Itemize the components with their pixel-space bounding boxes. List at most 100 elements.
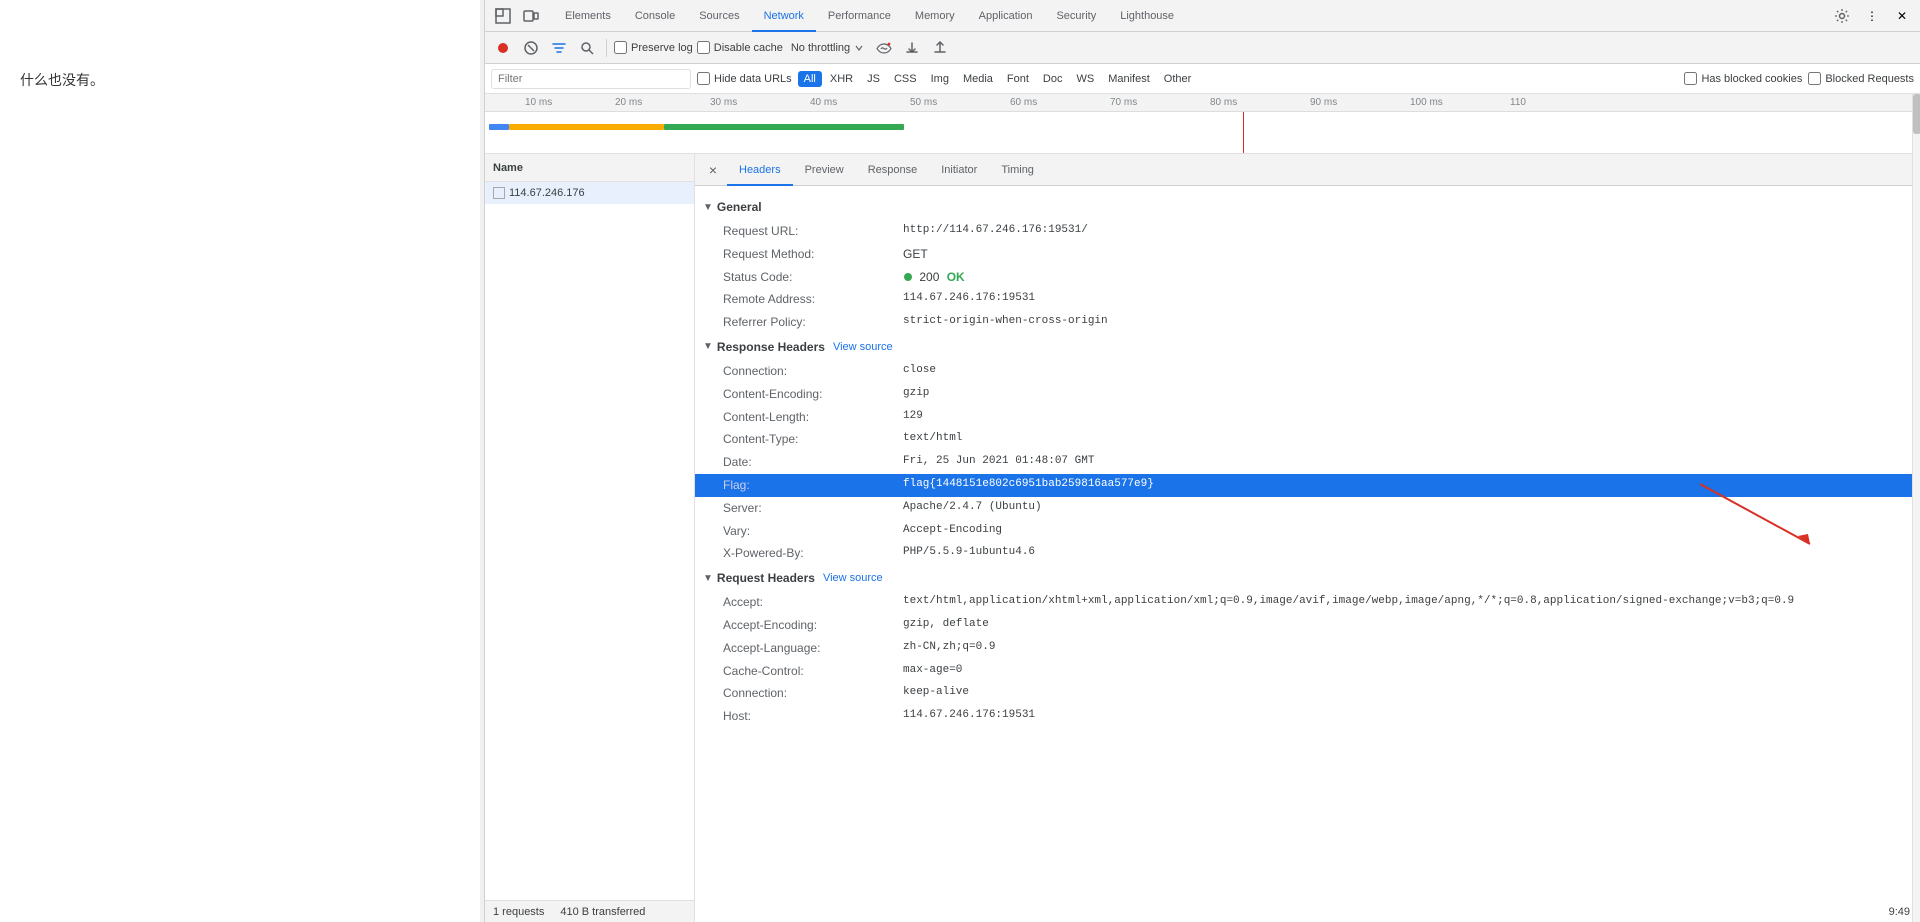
network-timeline: 10 ms 20 ms 30 ms 40 ms 50 ms 60 ms 70 m… (485, 94, 1920, 154)
system-clock: 9:49 (1889, 906, 1910, 918)
tab-memory[interactable]: Memory (903, 0, 967, 32)
general-toggle-icon: ▼ (703, 202, 713, 213)
tab-sources[interactable]: Sources (687, 0, 751, 32)
request-headers-section[interactable]: ▼ Request Headers View source (695, 565, 1920, 591)
rh-date: Date: Fri, 25 Jun 2021 01:48:07 GMT (695, 451, 1920, 474)
tick-50ms: 50 ms (910, 97, 937, 108)
details-tab-preview[interactable]: Preview (793, 154, 856, 186)
tab-console[interactable]: Console (623, 0, 687, 32)
device-toolbar-icon[interactable] (517, 2, 545, 30)
req-accept-encoding: Accept-Encoding: gzip, deflate (695, 614, 1920, 637)
import-icon[interactable] (900, 36, 924, 60)
request-url-label: Request URL: (723, 223, 903, 240)
close-devtools-icon[interactable]: ✕ (1888, 2, 1916, 30)
rh-x-powered-by: X-Powered-By: PHP/5.5.9-1ubuntu4.6 (695, 542, 1920, 565)
req-host: Host: 114.67.246.176:19531 (695, 705, 1920, 728)
name-panel-header: Name (485, 154, 694, 182)
throttle-select[interactable]: No throttling (787, 40, 868, 56)
details-panel: × Headers Preview Response Initiator Tim… (695, 154, 1920, 922)
filter-other[interactable]: Other (1158, 71, 1198, 87)
preserve-log-input[interactable] (614, 41, 627, 54)
tab-network[interactable]: Network (752, 0, 816, 32)
filter-css[interactable]: CSS (888, 71, 923, 87)
network-conditions-icon[interactable] (872, 36, 896, 60)
timeline-bar-orange (509, 124, 664, 130)
filter-js[interactable]: JS (861, 71, 886, 87)
more-options-icon[interactable]: ⋮ (1858, 2, 1886, 30)
filter-img[interactable]: Img (925, 71, 955, 87)
hide-data-urls-checkbox[interactable]: Hide data URLs (697, 72, 792, 85)
search-button[interactable] (575, 36, 599, 60)
rh-content-encoding: Content-Encoding: gzip (695, 383, 1920, 406)
filter-type-buttons: All XHR JS CSS Img Media Font Doc WS Man… (798, 71, 1198, 87)
details-tab-headers[interactable]: Headers (727, 154, 793, 186)
filter-ws[interactable]: WS (1070, 71, 1100, 87)
hide-data-urls-input[interactable] (697, 72, 710, 85)
details-tab-timing[interactable]: Timing (989, 154, 1046, 186)
disable-cache-input[interactable] (697, 41, 710, 54)
record-button[interactable] (491, 36, 515, 60)
filter-doc[interactable]: Doc (1037, 71, 1069, 87)
response-headers-view-source[interactable]: View source (833, 341, 893, 353)
blocked-requests-checkbox[interactable]: Blocked Requests (1808, 72, 1914, 85)
filter-bar: Hide data URLs All XHR JS CSS Img Media … (485, 64, 1920, 94)
response-headers-title: Response Headers (717, 340, 825, 354)
timeline-bar-green (664, 124, 904, 130)
has-blocked-cookies-input[interactable] (1684, 72, 1697, 85)
status-code-row: Status Code: 200 OK (695, 266, 1920, 289)
tab-application[interactable]: Application (967, 0, 1045, 32)
referrer-policy-label: Referrer Policy: (723, 314, 903, 331)
filter-icon[interactable] (547, 36, 571, 60)
timeline-ruler: 10 ms 20 ms 30 ms 40 ms 50 ms 60 ms 70 m… (485, 94, 1920, 112)
tab-performance[interactable]: Performance (816, 0, 903, 32)
tick-30ms: 30 ms (710, 97, 737, 108)
close-details-tab[interactable]: × (703, 160, 723, 180)
blocked-requests-input[interactable] (1808, 72, 1821, 85)
tick-70ms: 70 ms (1110, 97, 1137, 108)
details-tab-initiator[interactable]: Initiator (929, 154, 989, 186)
request-method-label: Request Method: (723, 246, 903, 263)
toolbar-sep-1 (606, 39, 607, 57)
filter-media[interactable]: Media (957, 71, 999, 87)
request-headers-toggle: ▼ (703, 573, 713, 584)
tab-lighthouse[interactable]: Lighthouse (1108, 0, 1186, 32)
req-cache-control: Cache-Control: max-age=0 (695, 660, 1920, 683)
status-code-value: 200 OK (903, 269, 1912, 286)
tick-110ms: 110 (1510, 97, 1526, 108)
referrer-policy-row: Referrer Policy: strict-origin-when-cros… (695, 311, 1920, 334)
flag-annotation-container: Flag: flag{1448151e802c6951bab259816aa57… (695, 474, 1920, 497)
details-content[interactable]: ▼ General Request URL: http://114.67.246… (695, 186, 1920, 922)
export-icon[interactable] (928, 36, 952, 60)
details-tabs: × Headers Preview Response Initiator Tim… (695, 154, 1920, 186)
filter-input[interactable] (491, 69, 691, 89)
timeline-bar-blue (489, 124, 509, 130)
status-footer: 1 requests 410 B transferred (485, 900, 694, 922)
name-item-ip[interactable]: 114.67.246.176 (485, 182, 694, 204)
inspect-element-icon[interactable] (489, 2, 517, 30)
filter-manifest[interactable]: Manifest (1102, 71, 1156, 87)
rh-vary: Vary: Accept-Encoding (695, 520, 1920, 543)
request-headers-view-source[interactable]: View source (823, 572, 883, 584)
tab-elements[interactable]: Elements (553, 0, 623, 32)
network-toolbar: Preserve log Disable cache No throttling (485, 32, 1920, 64)
filter-all[interactable]: All (798, 71, 822, 87)
clear-button[interactable] (519, 36, 543, 60)
scrollbar-track[interactable] (1912, 94, 1920, 922)
request-url-value: http://114.67.246.176:19531/ (903, 223, 1912, 238)
tick-10ms: 10 ms (525, 97, 552, 108)
settings-icon[interactable] (1828, 2, 1856, 30)
scrollbar-thumb[interactable] (1913, 94, 1920, 134)
tick-90ms: 90 ms (1310, 97, 1337, 108)
disable-cache-checkbox[interactable]: Disable cache (697, 41, 783, 54)
filter-xhr[interactable]: XHR (824, 71, 859, 87)
name-list: 114.67.246.176 (485, 182, 694, 900)
filter-font[interactable]: Font (1001, 71, 1035, 87)
tab-security[interactable]: Security (1044, 0, 1108, 32)
status-code-label: Status Code: (723, 269, 903, 286)
general-section-header[interactable]: ▼ General (695, 194, 1920, 220)
preserve-log-checkbox[interactable]: Preserve log (614, 41, 693, 54)
response-headers-section[interactable]: ▼ Response Headers View source (695, 334, 1920, 360)
has-blocked-cookies-checkbox[interactable]: Has blocked cookies (1684, 72, 1802, 85)
details-tab-response[interactable]: Response (856, 154, 930, 186)
devtools-settings: ⋮ ✕ (1828, 2, 1916, 30)
